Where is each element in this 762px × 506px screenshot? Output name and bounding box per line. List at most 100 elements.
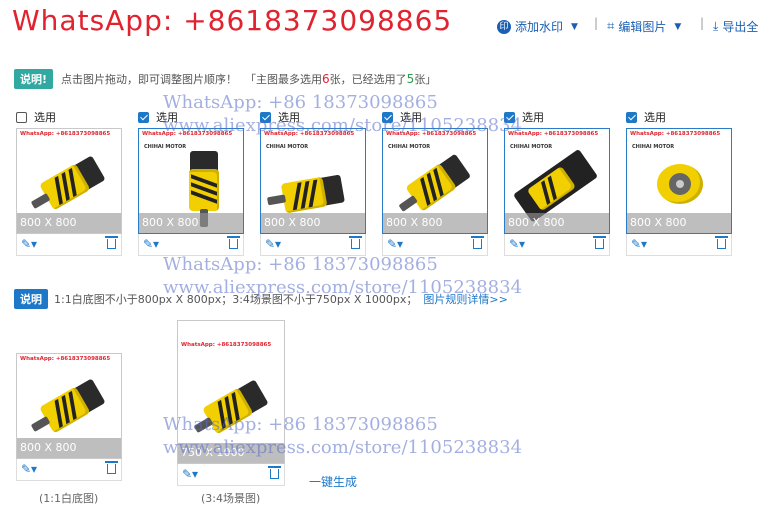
- one-click-generate-button[interactable]: 一键生成: [309, 473, 357, 490]
- scene-image-card[interactable]: WhatsApp: +8618373098865 750 X 1000 ✎▾: [177, 320, 285, 486]
- crop-icon: ⌗: [607, 19, 615, 34]
- info-text: 点击图片拖动，即可调整图片顺序！: [61, 73, 238, 86]
- watermark-text: WhatsApp: +8618373098865: [386, 131, 477, 137]
- image-size-label: 800 X 800: [627, 213, 731, 233]
- magic-wand-icon[interactable]: ✎▾: [509, 237, 525, 251]
- info-rule: 「主图最多选用6张，已经选用了5张」: [245, 72, 437, 86]
- magic-wand-icon[interactable]: ✎▾: [21, 237, 37, 251]
- image-actions: ✎▾: [16, 234, 122, 256]
- edit-image-button[interactable]: ⌗ 编辑图片 ▼: [607, 18, 681, 35]
- scene-caption: (3:4场景图): [201, 492, 261, 505]
- magic-wand-icon[interactable]: ✎▾: [265, 237, 281, 251]
- chevron-down-icon: ▼: [674, 21, 682, 32]
- brand-text: CHIHAI MOTOR: [266, 144, 309, 150]
- delete-icon[interactable]: [227, 236, 240, 249]
- image-size-label: 800 X 800: [17, 438, 121, 458]
- select-label: 选用: [278, 111, 300, 124]
- toolbar-divider: |: [700, 16, 705, 30]
- white-bg-thumbnail[interactable]: WhatsApp: +8618373098865 800 X 800: [16, 353, 122, 459]
- info-badge: 说明!: [14, 69, 54, 89]
- image-size-label: 750 X 1000: [178, 443, 284, 463]
- image-rules-link[interactable]: 图片规则详情>>: [423, 291, 507, 307]
- magic-wand-icon[interactable]: ✎▾: [143, 237, 159, 251]
- select-label: 选用: [156, 111, 178, 124]
- select-label: 选用: [522, 111, 544, 124]
- image-size-label: 800 X 800: [261, 213, 365, 233]
- image-card[interactable]: 选用 WhatsApp: +8618373098865 CHIHAI MOTOR 80…: [138, 109, 244, 256]
- select-checkbox[interactable]: [382, 111, 393, 123]
- image-size-label: 800 X 800: [505, 213, 609, 233]
- delete-icon[interactable]: [105, 236, 118, 249]
- brand-text: CHIHAI MOTOR: [388, 144, 431, 150]
- brand-text: CHIHAI MOTOR: [632, 144, 675, 150]
- image-thumbnail[interactable]: WhatsApp: +8618373098865 CHIHAI MOTOR 800 …: [138, 128, 244, 234]
- delete-icon[interactable]: [105, 461, 118, 474]
- select-checkbox-row[interactable]: 选用: [504, 109, 610, 125]
- delete-icon[interactable]: [268, 466, 281, 479]
- image-actions: ✎▾: [382, 234, 488, 256]
- image-actions: ✎▾: [177, 464, 285, 486]
- white-bg-caption: (1:1白底图): [39, 492, 99, 505]
- image-actions: ✎▾: [16, 459, 122, 481]
- image-actions: ✎▾: [138, 234, 244, 256]
- image-card[interactable]: 选用 WhatsApp: +8618373098865 800 X 800 ✎▾: [16, 109, 122, 256]
- scene-thumbnail[interactable]: WhatsApp: +8618373098865 750 X 1000: [177, 320, 285, 464]
- image-size-label: 800 X 800: [383, 213, 487, 233]
- select-checkbox[interactable]: [626, 111, 637, 123]
- image-thumbnail[interactable]: WhatsApp: +8618373098865 CHIHAI MOTOR 800 …: [504, 128, 610, 234]
- watermark-text: WhatsApp: +8618373098865: [20, 356, 111, 362]
- select-checkbox-row[interactable]: 选用: [626, 109, 732, 125]
- page-title: WhatsApp: +8618373098865: [12, 4, 453, 37]
- select-checkbox[interactable]: [504, 111, 515, 123]
- brand-text: CHIHAI MOTOR: [510, 144, 553, 150]
- select-checkbox-row[interactable]: 选用: [382, 109, 488, 125]
- delete-icon[interactable]: [471, 236, 484, 249]
- select-checkbox[interactable]: [138, 111, 149, 123]
- image-thumbnail[interactable]: WhatsApp: +8618373098865 CHIHAI MOTOR 800 …: [626, 128, 732, 234]
- delete-icon[interactable]: [349, 236, 362, 249]
- add-watermark-label: 添加水印: [515, 20, 564, 34]
- image-card[interactable]: 选用 WhatsApp: +8618373098865 CHIHAI MOTOR 80…: [626, 109, 732, 256]
- white-bg-image-card[interactable]: WhatsApp: +8618373098865 800 X 800 ✎▾: [16, 353, 122, 481]
- select-label: 选用: [644, 111, 666, 124]
- select-checkbox-row[interactable]: 选用: [260, 109, 366, 125]
- image-thumbnail[interactable]: WhatsApp: +8618373098865 800 X 800: [16, 128, 122, 234]
- watermark-text: WhatsApp: +8618373098865: [142, 131, 233, 137]
- watermark-text: WhatsApp: +8618373098865: [20, 131, 111, 137]
- note-row: 说明 1:1白底图不小于800px X 800px；3:4场景图不小于750px…: [14, 289, 508, 309]
- select-checkbox[interactable]: [16, 111, 27, 123]
- select-checkbox-row[interactable]: 选用: [16, 109, 122, 125]
- select-label: 选用: [400, 111, 422, 124]
- select-label: 选用: [34, 111, 56, 124]
- motor-image: [183, 365, 282, 451]
- image-thumbnail[interactable]: WhatsApp: +8618373098865 CHIHAI MOTOR 800 …: [382, 128, 488, 234]
- note-badge: 说明: [14, 289, 48, 309]
- delete-icon[interactable]: [715, 236, 728, 249]
- watermark-text: WhatsApp: +8618373098865: [630, 131, 721, 137]
- image-actions: ✎▾: [260, 234, 366, 256]
- image-card[interactable]: 选用 WhatsApp: +8618373098865 CHIHAI MOTOR 80…: [260, 109, 366, 256]
- image-thumbnail[interactable]: WhatsApp: +8618373098865 CHIHAI MOTOR 800 …: [260, 128, 366, 234]
- max-count: 6: [322, 72, 330, 86]
- note-text: 1:1白底图不小于800px X 800px；3:4场景图不小于750px X …: [54, 293, 418, 306]
- image-card[interactable]: 选用 WhatsApp: +8618373098865 CHIHAI MOTOR 80…: [504, 109, 610, 256]
- export-label: 导出全: [722, 20, 759, 34]
- image-card[interactable]: 选用 WhatsApp: +8618373098865 CHIHAI MOTOR 80…: [382, 109, 488, 256]
- export-button[interactable]: ⤓ 导出全: [713, 18, 758, 35]
- magic-wand-icon[interactable]: ✎▾: [21, 462, 37, 476]
- magic-wand-icon[interactable]: ✎▾: [182, 467, 198, 481]
- watermark-icon: 印: [497, 19, 511, 34]
- image-actions: ✎▾: [626, 234, 732, 256]
- overlay-watermark: WhatsApp: +86 18373098865: [163, 254, 438, 275]
- delete-icon[interactable]: [593, 236, 606, 249]
- add-watermark-button[interactable]: 印 添加水印 ▼: [497, 18, 578, 35]
- toolbar-divider: |: [594, 16, 599, 30]
- select-checkbox[interactable]: [260, 111, 271, 123]
- motor-image: [657, 164, 731, 214]
- edit-image-label: 编辑图片: [618, 20, 667, 34]
- image-size-label: 800 X 800: [139, 213, 243, 233]
- watermark-text: WhatsApp: +8618373098865: [508, 131, 599, 137]
- magic-wand-icon[interactable]: ✎▾: [387, 237, 403, 251]
- magic-wand-icon[interactable]: ✎▾: [631, 237, 647, 251]
- select-checkbox-row[interactable]: 选用: [138, 109, 244, 125]
